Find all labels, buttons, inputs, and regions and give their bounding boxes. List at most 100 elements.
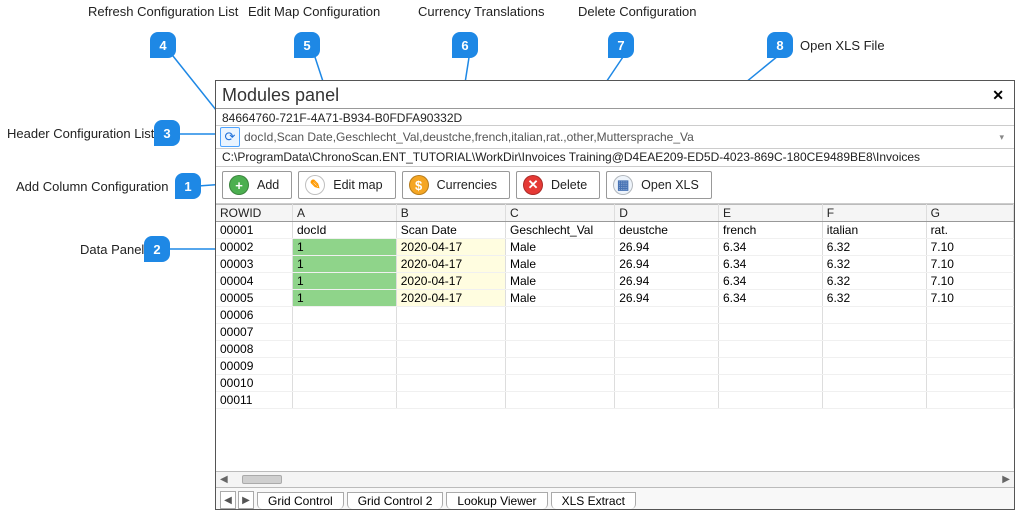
cell: rat.	[926, 222, 1013, 239]
cell: 6.32	[822, 239, 926, 256]
cell: 1	[292, 290, 396, 307]
cell-rowid: 00004	[216, 273, 292, 290]
cell-rowid: 00009	[216, 358, 292, 375]
cell: 7.10	[926, 256, 1013, 273]
cell: 6.32	[822, 256, 926, 273]
open-xls-button[interactable]: ▦ Open XLS	[606, 171, 712, 199]
cell-rowid: 00007	[216, 324, 292, 341]
callout-label-5: Edit Map Configuration	[248, 4, 380, 19]
cell: 6.34	[719, 239, 823, 256]
table-row[interactable]: 00010	[216, 375, 1014, 392]
col-F[interactable]: F	[822, 205, 926, 222]
callout-label-2: Data Panel	[80, 242, 144, 257]
header-config-row: ⟳ docId,Scan Date,Geschlecht_Val,deustch…	[216, 125, 1014, 148]
callout-badge-2: 2	[144, 236, 170, 262]
table-row[interactable]: 00005 1 2020-04-17 Male 26.94 6.34 6.32 …	[216, 290, 1014, 307]
table-row[interactable]: 00002 1 2020-04-17 Male 26.94 6.34 6.32 …	[216, 239, 1014, 256]
callout-badge-1: 1	[175, 173, 201, 199]
config-guid: 84664760-721F-4A71-B934-B0FDFA90332D	[216, 109, 1014, 125]
pencil-icon: ✎	[305, 175, 325, 195]
close-button[interactable]: ✕	[988, 87, 1008, 104]
panel-title: Modules panel	[222, 85, 339, 106]
table-row[interactable]: 00004 1 2020-04-17 Male 26.94 6.34 6.32 …	[216, 273, 1014, 290]
edit-map-button-label: Edit map	[333, 178, 382, 192]
cell: 26.94	[615, 290, 719, 307]
cell: 6.34	[719, 290, 823, 307]
modules-panel: Modules panel ✕ 84664760-721F-4A71-B934-…	[215, 80, 1015, 510]
table-row[interactable]: 00009	[216, 358, 1014, 375]
table-row[interactable]: 00008	[216, 341, 1014, 358]
col-E[interactable]: E	[719, 205, 823, 222]
cell: 26.94	[615, 256, 719, 273]
table-row[interactable]: 00001 docId Scan Date Geschlecht_Val deu…	[216, 222, 1014, 239]
table-row[interactable]: 00007	[216, 324, 1014, 341]
plus-icon: +	[229, 175, 249, 195]
cell-rowid: 00008	[216, 341, 292, 358]
col-B[interactable]: B	[396, 205, 505, 222]
col-rowid[interactable]: ROWID	[216, 205, 292, 222]
cell: 6.34	[719, 273, 823, 290]
cell: 1	[292, 256, 396, 273]
cell: 7.10	[926, 239, 1013, 256]
tab-grid-control-2[interactable]: Grid Control 2	[347, 492, 444, 509]
refresh-button[interactable]: ⟳	[220, 127, 240, 147]
columns-dropdown[interactable]: docId,Scan Date,Geschlecht_Val,deustche,…	[242, 129, 997, 145]
cell-rowid: 00002	[216, 239, 292, 256]
tab-lookup-viewer[interactable]: Lookup Viewer	[446, 492, 547, 509]
scroll-right-icon[interactable]: ▶	[998, 474, 1014, 485]
delete-button[interactable]: ✕ Delete	[516, 171, 600, 199]
callout-label-6: Currency Translations	[418, 4, 544, 19]
cell: 6.34	[719, 256, 823, 273]
refresh-icon: ⟳	[225, 129, 236, 145]
cell-rowid: 00011	[216, 392, 292, 409]
data-grid[interactable]: ROWID A B C D E F G 00001 docId Scan Dat…	[216, 204, 1014, 487]
add-button-label: Add	[257, 178, 279, 192]
cell: 7.10	[926, 273, 1013, 290]
cell: 6.32	[822, 290, 926, 307]
file-path: C:\ProgramData\ChronoScan.ENT_TUTORIAL\W…	[216, 148, 1014, 166]
tab-nav-right[interactable]: ▶	[238, 491, 254, 509]
cell: Geschlecht_Val	[505, 222, 614, 239]
cell: deustche	[615, 222, 719, 239]
col-A[interactable]: A	[292, 205, 396, 222]
scroll-left-icon[interactable]: ◀	[216, 474, 232, 485]
callout-badge-7: 7	[608, 32, 634, 58]
horizontal-scrollbar[interactable]: ◀ ▶	[216, 471, 1014, 487]
cell: italian	[822, 222, 926, 239]
cell-rowid: 00006	[216, 307, 292, 324]
columns-dropdown-text: docId,Scan Date,Geschlecht_Val,deustche,…	[244, 130, 694, 144]
cell: french	[719, 222, 823, 239]
callout-label-3: Header Configuration List	[7, 126, 154, 141]
tab-nav-left[interactable]: ◀	[220, 491, 236, 509]
cell: 2020-04-17	[396, 239, 505, 256]
cell: Male	[505, 256, 614, 273]
delete-icon: ✕	[523, 175, 543, 195]
currencies-button-label: Currencies	[437, 178, 497, 192]
table-row[interactable]: 00011	[216, 392, 1014, 409]
cell-rowid: 00001	[216, 222, 292, 239]
callout-label-4: Refresh Configuration List	[88, 4, 238, 19]
cell: 2020-04-17	[396, 256, 505, 273]
cell: 1	[292, 239, 396, 256]
cell: Male	[505, 239, 614, 256]
callout-badge-6: 6	[452, 32, 478, 58]
toolbar: + Add ✎ Edit map $ Currencies ✕ Delete ▦…	[216, 166, 1014, 204]
table-row[interactable]: 00006	[216, 307, 1014, 324]
col-C[interactable]: C	[505, 205, 614, 222]
cell: 6.32	[822, 273, 926, 290]
callout-badge-4: 4	[150, 32, 176, 58]
currency-icon: $	[409, 175, 429, 195]
tab-xls-extract[interactable]: XLS Extract	[551, 492, 636, 509]
cell-rowid: 00003	[216, 256, 292, 273]
cell-rowid: 00010	[216, 375, 292, 392]
callout-label-1: Add Column Configuration	[16, 179, 168, 194]
table-row[interactable]: 00003 1 2020-04-17 Male 26.94 6.34 6.32 …	[216, 256, 1014, 273]
col-D[interactable]: D	[615, 205, 719, 222]
edit-map-button[interactable]: ✎ Edit map	[298, 171, 395, 199]
tab-grid-control[interactable]: Grid Control	[257, 492, 344, 509]
scroll-thumb[interactable]	[242, 475, 282, 484]
cell: docId	[292, 222, 396, 239]
col-G[interactable]: G	[926, 205, 1013, 222]
add-button[interactable]: + Add	[222, 171, 292, 199]
currencies-button[interactable]: $ Currencies	[402, 171, 510, 199]
